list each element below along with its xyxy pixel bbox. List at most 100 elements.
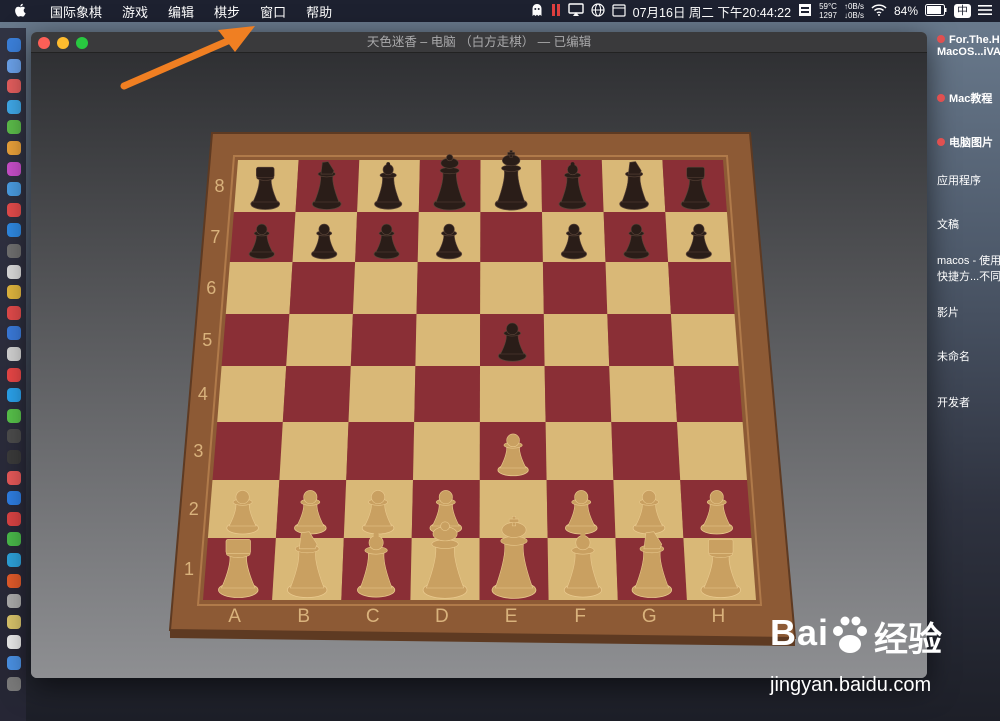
board-square[interactable] — [668, 262, 735, 314]
board-square[interactable] — [279, 422, 349, 480]
chess-board[interactable]: 8 7 6 5 4 3 2 1 A B C D E F G H — [31, 53, 927, 678]
board-square[interactable] — [416, 262, 481, 314]
dock-app-icon[interactable] — [7, 656, 21, 670]
board-square[interactable] — [282, 366, 351, 422]
dock-app-icon[interactable] — [7, 408, 21, 423]
calendar-icon[interactable] — [612, 3, 626, 20]
battery-percent[interactable]: 84% — [894, 4, 918, 18]
board-square[interactable] — [545, 422, 614, 480]
board-square[interactable] — [677, 422, 747, 480]
menu-chess[interactable]: 国际象棋 — [40, 2, 112, 21]
board-square[interactable] — [286, 314, 353, 366]
temperature: 59°C — [819, 2, 837, 11]
board-square[interactable] — [212, 422, 283, 480]
dock-app-icon[interactable] — [7, 223, 21, 238]
dock-app-icon[interactable] — [7, 202, 21, 217]
network-readout[interactable]: ↑0B/s ↓0B/s — [844, 2, 864, 20]
board-square[interactable] — [350, 314, 417, 366]
dock-app-icon[interactable] — [7, 161, 21, 176]
dock-app-icon[interactable] — [7, 594, 21, 609]
dock-app-icon[interactable] — [7, 285, 21, 300]
pause-icon[interactable] — [551, 3, 561, 20]
desktop-item[interactable]: 开发者 — [937, 394, 970, 410]
dock-app-icon[interactable] — [7, 347, 21, 361]
dock-app-icon[interactable] — [7, 635, 21, 650]
dock-app-icon[interactable] — [7, 120, 21, 135]
board-square[interactable] — [221, 314, 290, 366]
globe-icon[interactable] — [591, 2, 605, 20]
desktop-item[interactable]: Mac教程 — [937, 90, 992, 106]
board-square[interactable] — [607, 314, 674, 366]
board-square[interactable] — [415, 314, 481, 366]
board-view[interactable]: 8 7 6 5 4 3 2 1 A B C D E F G H — [31, 53, 927, 678]
dock-app-icon[interactable] — [7, 532, 21, 547]
dock-app-icon[interactable] — [7, 99, 21, 114]
board-square[interactable] — [609, 366, 677, 422]
wifi-icon[interactable] — [871, 3, 887, 19]
board-square[interactable] — [480, 212, 543, 262]
dock-app-icon[interactable] — [7, 58, 21, 73]
file-label: B — [297, 606, 310, 627]
desktop-item[interactable]: 文稿 — [937, 216, 959, 232]
board-square[interactable] — [348, 366, 416, 422]
clock[interactable]: 07月16日 周二 下午20:44:22 — [633, 2, 791, 21]
dock-app-icon[interactable] — [7, 553, 21, 567]
dock-app-icon[interactable] — [7, 614, 21, 629]
board-square[interactable] — [542, 262, 608, 314]
board-square[interactable] — [673, 366, 743, 422]
desktop-item-label: 应用程序 — [937, 175, 981, 187]
dock-app-icon[interactable] — [7, 573, 21, 588]
dock-app-icon[interactable] — [7, 305, 21, 320]
board-square[interactable] — [479, 366, 546, 422]
sensor-readout[interactable]: 59°C 1297 — [819, 2, 837, 20]
desktop-item[interactable]: For.The.H MacOS...iVA — [937, 34, 1000, 58]
file-label: A — [228, 606, 241, 627]
board-square[interactable] — [544, 366, 612, 422]
desktop-item[interactable]: 未命名 — [937, 348, 970, 364]
board-square[interactable] — [611, 422, 681, 480]
desktop-item[interactable]: 应用程序 — [937, 172, 981, 188]
dock-app-icon[interactable] — [7, 244, 21, 258]
dock-app-icon[interactable] — [7, 511, 21, 526]
zoom-button[interactable] — [76, 37, 88, 49]
board-square[interactable] — [605, 262, 671, 314]
dock-app-icon[interactable] — [7, 367, 21, 382]
dock-app-icon[interactable] — [7, 264, 21, 279]
dock-app-icon[interactable] — [7, 326, 21, 341]
board-square[interactable] — [289, 262, 356, 314]
dock-app-icon[interactable] — [7, 182, 21, 197]
minimize-button[interactable] — [57, 37, 69, 49]
dock-app-icon[interactable] — [7, 676, 21, 691]
dock-app-icon[interactable] — [7, 141, 21, 155]
board-square[interactable] — [225, 262, 293, 314]
menu-help[interactable]: 帮助 — [296, 2, 342, 21]
board-square[interactable] — [346, 422, 415, 480]
monitor-icon[interactable] — [798, 3, 812, 20]
board-square[interactable] — [352, 262, 418, 314]
close-button[interactable] — [38, 37, 50, 49]
dock-app-icon[interactable] — [7, 79, 21, 94]
input-method[interactable]: 中 — [954, 4, 971, 18]
board-square[interactable] — [480, 262, 544, 314]
board-square[interactable] — [413, 422, 480, 480]
airplay-icon[interactable] — [567, 2, 584, 20]
desktop-item-label2: MacOS...iVA — [937, 46, 1000, 58]
board-square[interactable] — [543, 314, 610, 366]
file-label: F — [574, 606, 586, 627]
board-square[interactable] — [217, 366, 287, 422]
dock-app-icon[interactable] — [7, 491, 21, 506]
apple-menu-icon[interactable] — [0, 3, 40, 20]
desktop-item[interactable]: 影片 — [937, 304, 959, 320]
dock-app-icon[interactable] — [7, 429, 21, 444]
dock-app-icon[interactable] — [7, 470, 21, 485]
board-square[interactable] — [670, 314, 739, 366]
dock-app-icon[interactable] — [7, 388, 21, 403]
menu-list-icon[interactable] — [978, 4, 992, 19]
dock-app-icon[interactable] — [7, 450, 21, 464]
board-square[interactable] — [414, 366, 480, 422]
ghost-icon[interactable] — [530, 3, 544, 20]
dock-app-icon[interactable] — [7, 38, 21, 52]
desktop-item[interactable]: macos - 使用 快捷方...不同 — [937, 252, 1000, 284]
battery-icon[interactable] — [925, 3, 947, 19]
desktop-item[interactable]: 电脑图片 — [937, 134, 993, 150]
